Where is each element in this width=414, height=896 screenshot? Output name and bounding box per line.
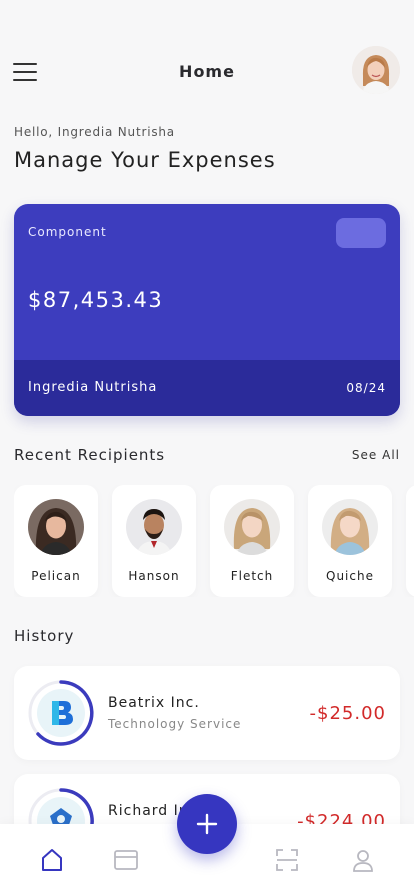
recipient-name: Quiche bbox=[326, 569, 374, 583]
transaction-name: Beatrix Inc. bbox=[108, 695, 200, 711]
recipient-card[interactable]: Pelican bbox=[14, 485, 98, 597]
scan-icon[interactable] bbox=[273, 846, 301, 874]
see-all-link[interactable]: See All bbox=[352, 448, 400, 462]
recipient-name: Fletch bbox=[230, 569, 274, 583]
headline: Manage Your Expenses bbox=[14, 148, 276, 172]
profile-icon[interactable] bbox=[349, 846, 377, 874]
user-avatar[interactable] bbox=[352, 46, 400, 94]
card-balance: $87,453.43 bbox=[28, 288, 164, 312]
card-footer: Ingredia Nutrisha 08/24 bbox=[14, 360, 400, 416]
app-screen: Home Hello, Ingredia Nutrisha Manage You… bbox=[0, 0, 414, 896]
transaction-name: Richard In bbox=[108, 803, 189, 819]
recipient-avatar bbox=[28, 499, 84, 555]
recipient-name: Pelican bbox=[31, 569, 81, 583]
recipient-avatar bbox=[322, 499, 378, 555]
recipient-card[interactable]: Quiche bbox=[308, 485, 392, 597]
recipients-list: Pelican Hanson Fletch Quiche bbox=[14, 485, 414, 597]
top-bar: Home bbox=[0, 46, 414, 98]
home-icon[interactable] bbox=[38, 846, 66, 874]
history-title: History bbox=[14, 627, 75, 645]
recipient-avatar bbox=[224, 499, 280, 555]
card-label: Component bbox=[28, 225, 107, 239]
recipient-card[interactable] bbox=[406, 485, 414, 597]
recipient-avatar bbox=[126, 499, 182, 555]
transaction-amount: -$25.00 bbox=[309, 703, 386, 724]
transaction-item[interactable]: Beatrix Inc. Technology Service -$25.00 bbox=[14, 666, 400, 760]
balance-card[interactable]: Component $87,453.43 Ingredia Nutrisha 0… bbox=[14, 204, 400, 416]
plus-icon bbox=[196, 813, 218, 835]
recipient-card[interactable]: Fletch bbox=[210, 485, 294, 597]
recipients-title: Recent Recipients bbox=[14, 446, 166, 464]
card-holder-name: Ingredia Nutrisha bbox=[28, 380, 158, 395]
card-expiry: 08/24 bbox=[346, 381, 386, 395]
add-button[interactable] bbox=[177, 794, 237, 854]
recipient-name: Hanson bbox=[128, 569, 180, 583]
transaction-subtitle: Technology Service bbox=[108, 717, 242, 731]
company-logo-icon bbox=[28, 680, 94, 746]
card-chip-icon bbox=[336, 218, 386, 248]
card-icon[interactable] bbox=[112, 846, 140, 874]
recipient-card[interactable]: Hanson bbox=[112, 485, 196, 597]
greeting-text: Hello, Ingredia Nutrisha bbox=[14, 125, 175, 139]
